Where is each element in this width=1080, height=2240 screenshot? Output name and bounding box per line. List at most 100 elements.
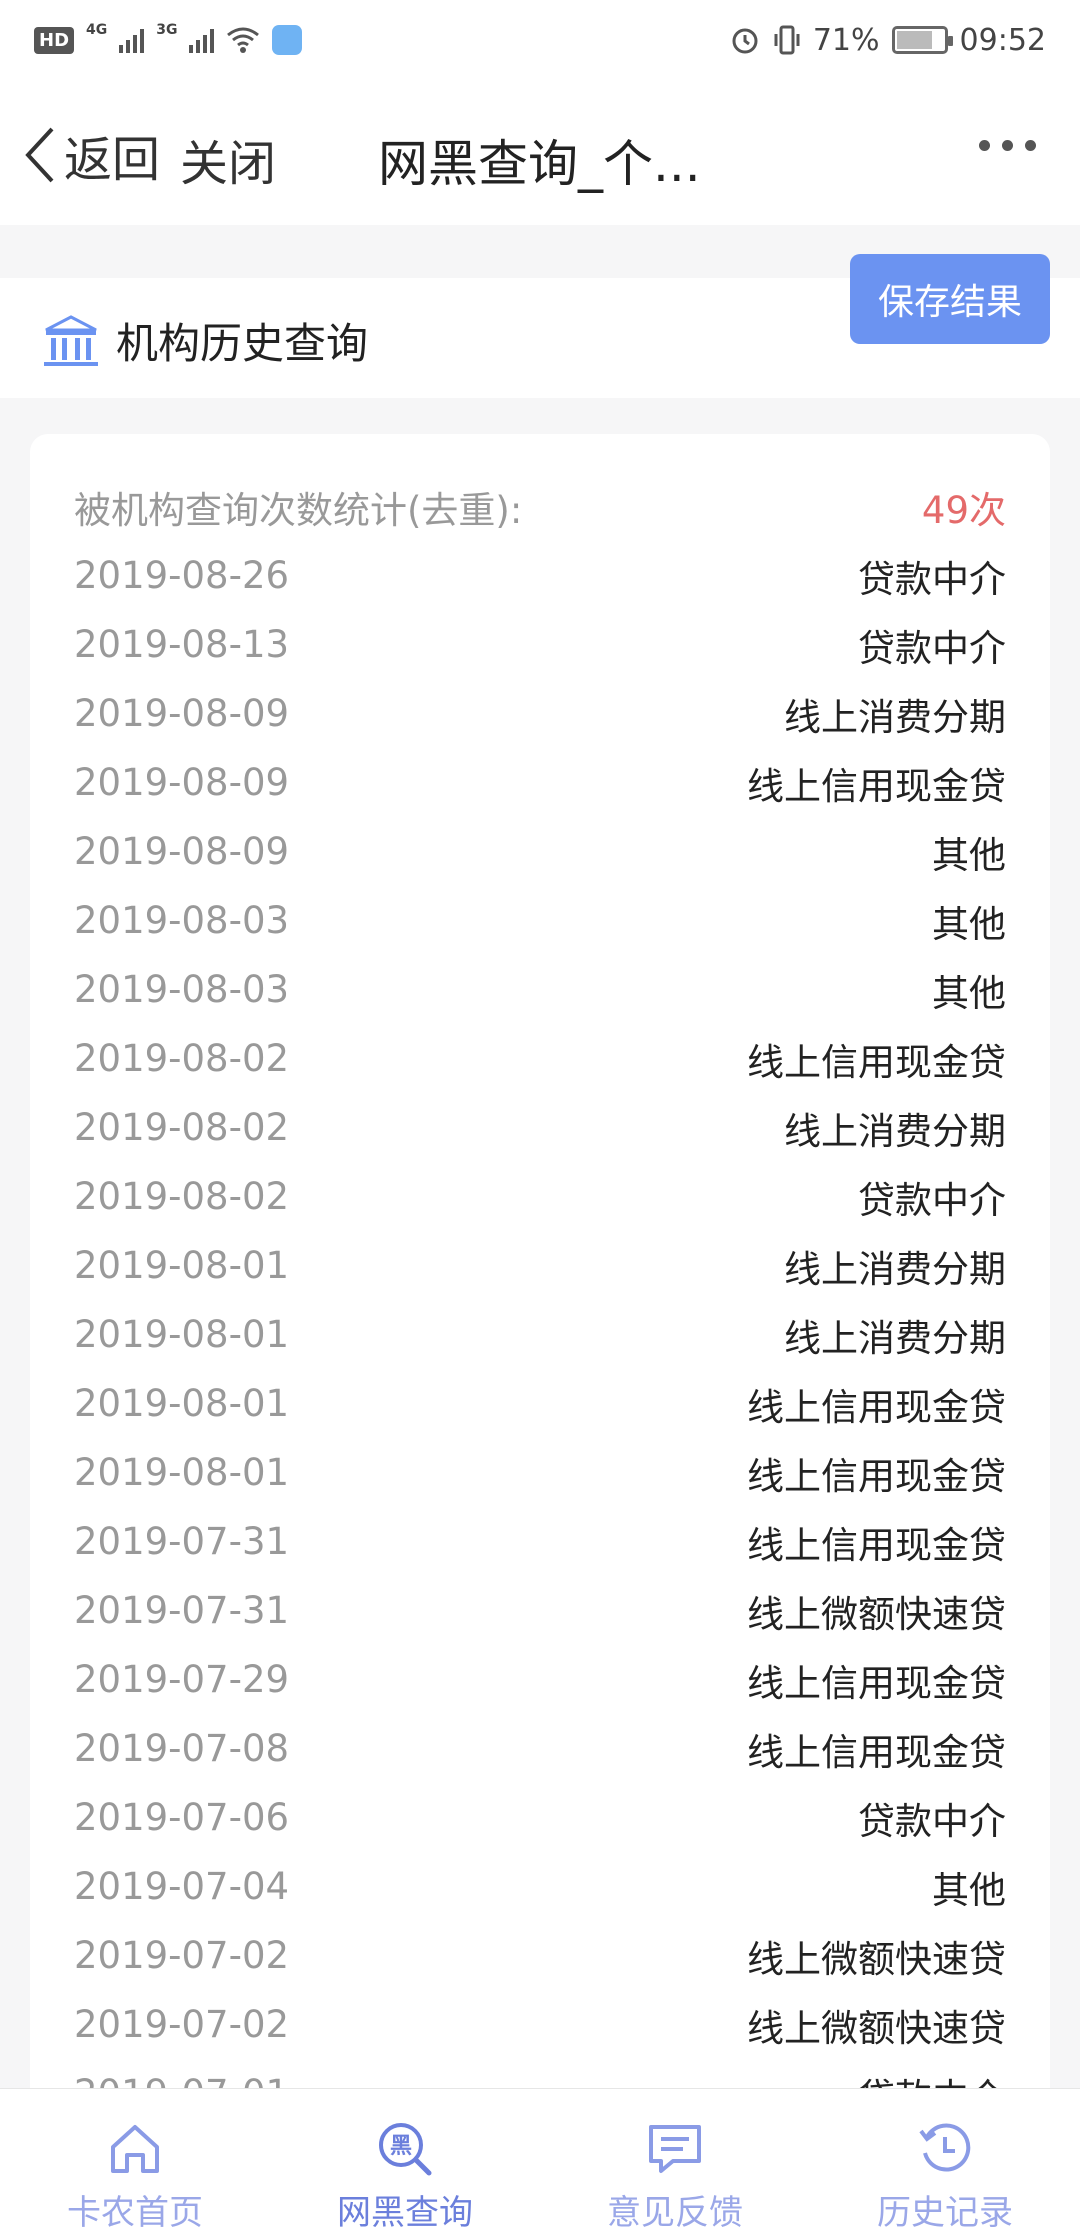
query-history-card: 被机构查询次数统计(去重): 49次 2019-08-26 贷款中介 2019-08… <box>30 434 1050 2134</box>
record-type: 线上信用现金贷 <box>747 764 1006 808</box>
record-date: 2019-07-29 <box>74 1658 290 1701</box>
vibrate-icon <box>774 25 800 55</box>
record-row: 2019-07-06 贷款中介 <box>74 1783 1006 1852</box>
record-row: 2019-08-01 线上消费分期 <box>74 1300 1006 1369</box>
record-row: 2019-07-04 其他 <box>74 1852 1006 1921</box>
record-date: 2019-07-02 <box>74 2003 290 2046</box>
back-label: 返回 <box>64 132 161 188</box>
record-date: 2019-07-31 <box>74 1520 290 1563</box>
record-date: 2019-08-03 <box>74 899 290 942</box>
record-type: 其他 <box>932 971 1006 1015</box>
record-row: 2019-08-09 线上信用现金贷 <box>74 748 1006 817</box>
save-result-button[interactable]: 保存结果 <box>850 254 1050 344</box>
record-type: 线上微额快速贷 <box>747 1592 1006 1636</box>
tab-feedback[interactable]: 意见反馈 <box>540 2089 810 2240</box>
record-type: 线上消费分期 <box>784 1247 1006 1291</box>
section-title: 机构历史查询 <box>116 319 369 368</box>
network-type-2: 3G <box>156 22 178 38</box>
record-row: 2019-08-01 线上信用现金贷 <box>74 1438 1006 1507</box>
record-date: 2019-08-09 <box>74 830 290 873</box>
record-row: 2019-07-29 线上信用现金贷 <box>74 1645 1006 1714</box>
record-row: 2019-08-09 线上消费分期 <box>74 679 1006 748</box>
close-button[interactable]: 关闭 <box>180 124 276 194</box>
blacklist-search-icon: 黑 <box>379 2123 432 2176</box>
record-type: 线上信用现金贷 <box>747 1040 1006 1084</box>
tab-label: 网黑查询 <box>337 2193 473 2233</box>
tab-home[interactable]: 卡农首页 <box>0 2089 270 2240</box>
back-button[interactable]: 返回 <box>22 120 160 190</box>
alarm-icon <box>732 28 758 54</box>
network-type-1: 4G <box>86 22 108 38</box>
record-row: 2019-08-02 线上信用现金贷 <box>74 1024 1006 1093</box>
status-bar: HD 4G 3G 71% 09:52 <box>0 0 1080 80</box>
blacklist-badge-text: 黑 <box>390 2134 412 2159</box>
record-date: 2019-08-02 <box>74 1106 290 1149</box>
feedback-icon <box>649 2125 701 2173</box>
record-type: 其他 <box>932 902 1006 946</box>
record-row: 2019-08-09 其他 <box>74 817 1006 886</box>
summary-label: 被机构查询次数统计(去重): <box>74 488 523 532</box>
record-row: 2019-07-31 线上信用现金贷 <box>74 1507 1006 1576</box>
signal-icon-2 <box>189 27 215 53</box>
record-row: 2019-08-03 其他 <box>74 886 1006 955</box>
tab-blacklist-search[interactable]: 黑 网黑查询 <box>270 2089 540 2240</box>
record-date: 2019-08-09 <box>74 692 290 735</box>
record-type: 线上消费分期 <box>784 1316 1006 1360</box>
record-date: 2019-07-02 <box>74 1934 290 1977</box>
record-row: 2019-08-13 贷款中介 <box>74 610 1006 679</box>
record-date: 2019-08-02 <box>74 1175 290 1218</box>
record-date: 2019-07-04 <box>74 1865 290 1908</box>
record-type: 线上消费分期 <box>784 695 1006 739</box>
battery-icon <box>891 26 953 54</box>
tab-label: 卡农首页 <box>67 2193 203 2233</box>
record-type: 线上信用现金贷 <box>747 1385 1006 1429</box>
shield-app-icon <box>272 25 303 55</box>
page-title: 网黑查询_个... <box>378 135 701 193</box>
chevron-left-icon <box>25 127 54 183</box>
tab-label: 历史记录 <box>877 2193 1013 2233</box>
record-type: 线上信用现金贷 <box>747 1454 1006 1498</box>
record-row: 2019-08-01 线上信用现金贷 <box>74 1369 1006 1438</box>
record-date: 2019-08-03 <box>74 968 290 1011</box>
record-row: 2019-07-08 线上信用现金贷 <box>74 1714 1006 1783</box>
record-date: 2019-08-09 <box>74 761 290 804</box>
record-date: 2019-08-01 <box>74 1382 290 1425</box>
record-type: 线上信用现金贷 <box>747 1661 1006 1705</box>
record-date: 2019-08-01 <box>74 1244 290 1287</box>
record-type: 其他 <box>932 1868 1006 1912</box>
record-type: 线上信用现金贷 <box>747 1523 1006 1567</box>
nav-header: 返回 关闭 网黑查询_个... <box>0 80 1080 225</box>
record-date: 2019-07-06 <box>74 1796 290 1839</box>
wifi-icon <box>227 27 260 53</box>
record-date: 2019-08-01 <box>74 1313 290 1356</box>
tab-label: 意见反馈 <box>607 2193 743 2233</box>
record-row: 2019-08-02 线上消费分期 <box>74 1093 1006 1162</box>
record-date: 2019-08-13 <box>74 623 290 666</box>
history-icon <box>919 2123 971 2172</box>
record-type: 线上信用现金贷 <box>747 1730 1006 1774</box>
bottom-tab-bar: 卡农首页 黑 网黑查询 意见反馈 历史记录 <box>0 2088 1080 2240</box>
record-date: 2019-07-08 <box>74 1727 290 1770</box>
record-row: 2019-08-26 贷款中介 <box>74 541 1006 610</box>
record-row: 2019-08-02 贷款中介 <box>74 1162 1006 1231</box>
record-row: 2019-07-02 线上微额快速贷 <box>74 1990 1006 2059</box>
more-options-button[interactable] <box>979 140 1036 151</box>
records-list: 2019-08-26 贷款中介 2019-08-13 贷款中介 2019-08-09 线上… <box>74 541 1006 2128</box>
summary-count: 49次 <box>921 488 1006 532</box>
record-type: 贷款中介 <box>858 1178 1006 1222</box>
record-date: 2019-08-02 <box>74 1037 290 1080</box>
record-row: 2019-07-31 线上微额快速贷 <box>74 1576 1006 1645</box>
record-type: 贷款中介 <box>858 626 1006 670</box>
record-type: 线上微额快速贷 <box>747 2006 1006 2050</box>
record-type: 其他 <box>932 833 1006 877</box>
record-date: 2019-08-26 <box>74 554 290 597</box>
record-date: 2019-07-31 <box>74 1589 290 1632</box>
tab-history[interactable]: 历史记录 <box>810 2089 1080 2240</box>
record-type: 贷款中介 <box>858 557 1006 601</box>
record-type: 线上微额快速贷 <box>747 1937 1006 1981</box>
record-row: 2019-08-01 线上消费分期 <box>74 1231 1006 1300</box>
record-date: 2019-08-01 <box>74 1451 290 1494</box>
signal-icon <box>119 27 145 53</box>
query-count-summary: 被机构查询次数统计(去重): 49次 <box>74 472 1006 541</box>
record-row: 2019-07-02 线上微额快速贷 <box>74 1921 1006 1990</box>
